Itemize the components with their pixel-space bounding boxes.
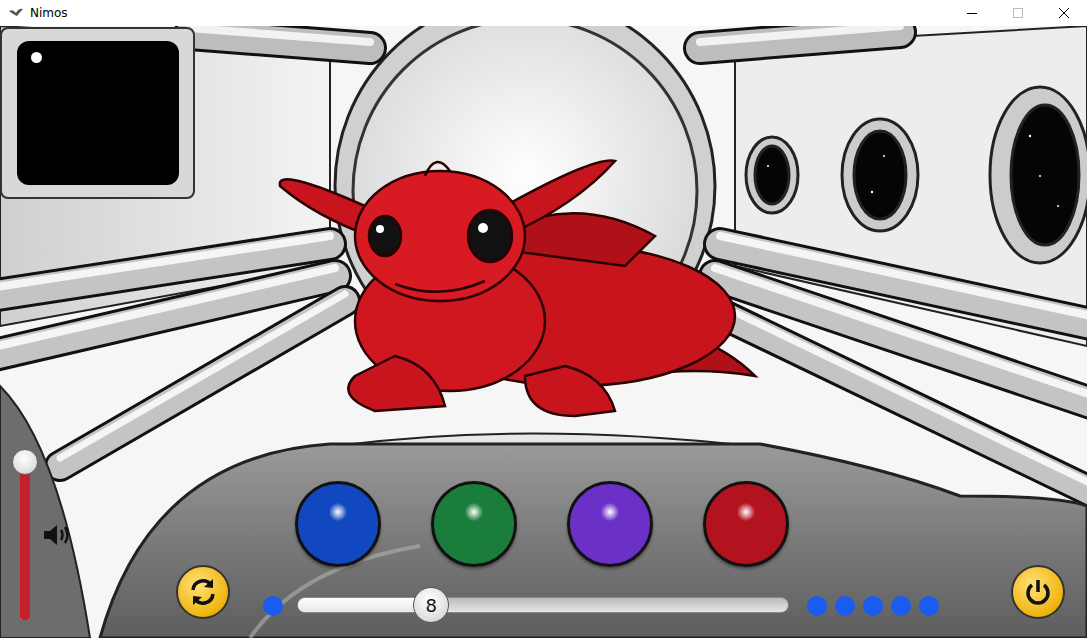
progress-dot (891, 596, 911, 616)
level-slider[interactable]: 8 (297, 597, 789, 613)
maximize-icon (1013, 8, 1023, 18)
power-icon (1023, 577, 1053, 607)
minimap-frame (0, 27, 195, 199)
progress-dot (919, 596, 939, 616)
left-dot-row (263, 596, 283, 616)
power-button[interactable] (1011, 565, 1065, 619)
red-color-button[interactable] (703, 481, 789, 567)
minimize-button[interactable] (949, 0, 995, 26)
blue-color-button[interactable] (295, 481, 381, 567)
bird-logo-icon (8, 7, 24, 19)
close-icon (1059, 8, 1069, 18)
maximize-button[interactable] (995, 0, 1041, 26)
game-scene: 8 (0, 26, 1087, 638)
level-reading: 8 (426, 595, 437, 616)
minimap-dot (31, 52, 42, 63)
minimize-icon (967, 8, 977, 18)
window-title: Nimos (30, 6, 68, 20)
refresh-icon (186, 575, 220, 609)
restart-button[interactable] (176, 565, 230, 619)
speaker-icon (42, 522, 72, 548)
volume-thumb[interactable] (12, 449, 38, 475)
close-button[interactable] (1041, 0, 1087, 26)
right-dot-row (807, 596, 939, 616)
color-button-row (295, 481, 789, 567)
volume-slider[interactable] (20, 462, 30, 620)
progress-dot (863, 596, 883, 616)
progress-dot (263, 596, 283, 616)
progress-dot (835, 596, 855, 616)
progress-dot (807, 596, 827, 616)
level-fill: 8 (298, 598, 430, 612)
creature-illustration (275, 126, 775, 426)
green-color-button[interactable] (431, 481, 517, 567)
title-bar: Nimos (0, 0, 1087, 26)
purple-color-button[interactable] (567, 481, 653, 567)
minimap-screen (17, 41, 179, 185)
volume-fill (20, 462, 30, 620)
